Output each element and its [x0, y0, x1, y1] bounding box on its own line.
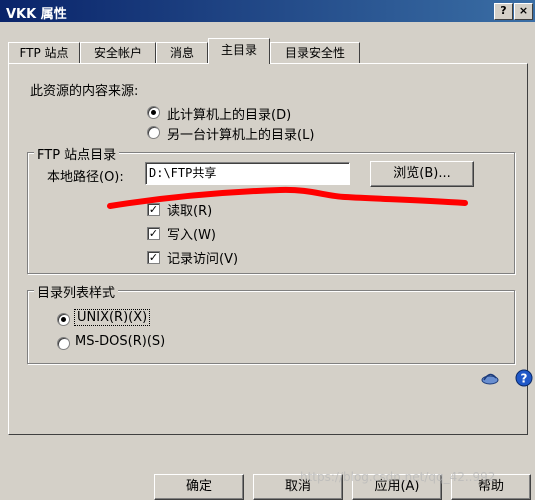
radio-remote-directory[interactable] [147, 126, 160, 139]
ok-button[interactable]: 确定 [154, 474, 244, 500]
checkbox-log-visits-label[interactable]: 记录访问(V) [167, 248, 238, 267]
radio-msdos[interactable] [57, 337, 70, 350]
tab-directory-security[interactable]: 目录安全性 [270, 42, 360, 63]
browse-button[interactable]: 浏览(B)... [370, 161, 474, 187]
radio-unix-label[interactable]: UNIX(R)(X) [73, 309, 151, 326]
ftp-directory-legend: FTP 站点目录 [34, 144, 120, 163]
title-bar: VKK 属性 ? × [0, 0, 535, 22]
checkbox-log-visits[interactable]: ✓ [147, 251, 160, 264]
checkbox-write[interactable]: ✓ [147, 227, 160, 240]
help-circle-icon[interactable]: ? [514, 368, 534, 388]
tab-ftp-site[interactable]: FTP 站点 [8, 42, 80, 63]
listing-style-group [27, 290, 515, 364]
radio-local-directory-label[interactable]: 此计算机上的目录(D) [167, 104, 291, 123]
local-path-label: 本地路径(O): [47, 170, 124, 185]
close-button[interactable]: × [514, 3, 533, 20]
listing-style-legend: 目录列表样式 [34, 282, 119, 301]
tab-home-directory[interactable]: 主目录 [208, 38, 270, 64]
checkbox-write-label[interactable]: 写入(W) [167, 224, 216, 243]
checkbox-read-label[interactable]: 读取(R) [167, 200, 212, 219]
local-path-input[interactable]: D:\FTP共享 [145, 162, 350, 185]
dish-icon[interactable] [480, 368, 500, 388]
radio-remote-directory-label[interactable]: 另一台计算机上的目录(L) [167, 124, 314, 143]
checkbox-read[interactable]: ✓ [147, 203, 160, 216]
window-title: VKK 属性 [6, 7, 67, 22]
radio-local-directory[interactable] [147, 106, 160, 119]
tab-messages[interactable]: 消息 [156, 42, 208, 63]
tab-security-accounts[interactable]: 安全帐户 [80, 42, 156, 63]
help-title-button[interactable]: ? [494, 3, 513, 20]
radio-msdos-label[interactable]: MS-DOS(R)(S) [75, 334, 165, 349]
watermark: https://blog.csdn.net/qq_42..992 [300, 470, 496, 484]
radio-unix[interactable] [57, 313, 70, 326]
svg-text:?: ? [521, 372, 528, 386]
content-source-label: 此资源的内容来源: [30, 84, 139, 99]
